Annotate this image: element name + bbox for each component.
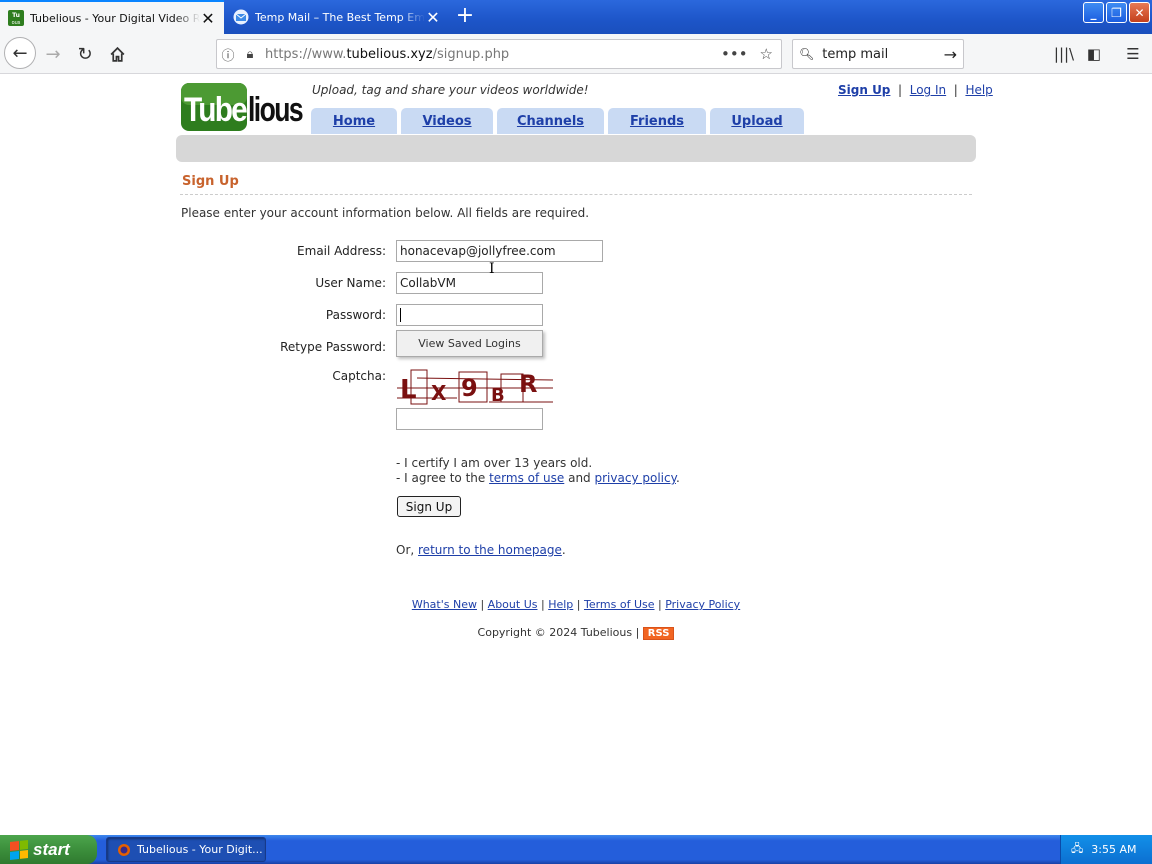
network-icon[interactable]: 🖧︎ [1071, 840, 1083, 859]
search-icon: 🔍︎ [799, 47, 815, 61]
page-actions-icon[interactable]: ••• [721, 45, 748, 63]
svg-text:Tube: Tube [184, 91, 247, 129]
url-text: https://www.tubelious.xyz/signup.php [265, 46, 510, 62]
window-controls: _ ❐ ✕ [1083, 2, 1150, 23]
captcha-label: Captcha: [332, 369, 386, 383]
forward-arrow-icon[interactable]: → [38, 39, 68, 69]
browser-app-icon [118, 843, 130, 856]
footer-link-terms[interactable]: Terms of Use [584, 598, 655, 611]
site-nav-tabs: Home Videos Channels Friends Upload [311, 108, 804, 134]
svg-text:L: L [400, 375, 417, 405]
close-window-icon[interactable]: ✕ [1129, 2, 1150, 23]
terms-of-use-link[interactable]: terms of use [489, 471, 564, 485]
start-label: start [33, 839, 70, 859]
svg-text:B: B [491, 385, 505, 406]
address-bar[interactable]: ⓘ 🔒︎ https://www.tubelious.xyz/signup.ph… [216, 39, 782, 69]
taskbar-item-label: Tubelious - Your Digit... [137, 843, 263, 856]
text-cursor [400, 308, 401, 322]
copyright-text: Copyright © 2024 Tubelious [477, 626, 633, 639]
password-label: Password: [325, 308, 386, 322]
top-link-help[interactable]: Help [965, 83, 992, 97]
tab-title: Tubelious - Your Digital Video Repositor… [30, 11, 200, 25]
privacy-policy-link[interactable]: privacy policy [595, 471, 676, 485]
taskbar-item-browser[interactable]: Tubelious - Your Digit... [106, 837, 266, 862]
terms-agreement: - I agree to the terms of use and privac… [396, 471, 680, 485]
reload-icon[interactable]: ↻ [70, 39, 100, 69]
browser-tab-strip: Tu ous Tubelious - Your Digital Video Re… [0, 0, 1152, 34]
top-link-sign-up[interactable]: Sign Up [838, 83, 890, 97]
divider [180, 194, 972, 195]
restore-icon[interactable]: ❐ [1106, 2, 1127, 23]
navigation-toolbar: ← → ↻ ⓘ 🔒︎ https://www.tubelious.xyz/sig… [0, 34, 1152, 74]
tab-temp-mail[interactable]: Temp Mail – The Best Temp Email Service … [225, 0, 449, 34]
footer-copyright: Copyright © 2024 Tubelious | RSS [0, 626, 1152, 640]
nav-tab-home[interactable]: Home [311, 108, 397, 134]
return-home-text: Or, return to the homepage. [396, 543, 566, 557]
svg-text:Tu: Tu [12, 12, 20, 19]
captcha-image: L X 9 B R [397, 369, 553, 406]
mail-favicon-icon [233, 9, 249, 25]
tab-tubelious[interactable]: Tu ous Tubelious - Your Digital Video Re… [0, 0, 224, 34]
footer-link-help[interactable]: Help [548, 598, 573, 611]
email-field[interactable]: honacevap@jollyfree.com [396, 240, 603, 262]
rss-badge[interactable]: RSS [642, 627, 675, 640]
nav-tab-friends[interactable]: Friends [608, 108, 706, 134]
nav-tab-upload[interactable]: Upload [710, 108, 804, 134]
sign-up-button[interactable]: Sign Up [397, 496, 461, 517]
email-label: Email Address: [297, 244, 386, 258]
age-certification: - I certify I am over 13 years old. [396, 456, 593, 470]
tubelious-favicon-icon: Tu ous [8, 10, 24, 26]
nav-tab-videos[interactable]: Videos [401, 108, 493, 134]
start-button[interactable]: start [0, 835, 97, 864]
info-icon[interactable]: ⓘ [217, 45, 239, 64]
footer-links: What's New | About Us | Help | Terms of … [411, 598, 741, 611]
new-tab-plus-icon[interactable]: + [452, 4, 478, 30]
search-input[interactable]: temp mail [822, 47, 943, 62]
mouse-ibeam-cursor-icon: I [489, 261, 495, 277]
minimize-icon[interactable]: _ [1083, 2, 1104, 23]
windows-taskbar: start Tubelious - Your Digit... 🖧︎ 3:55 … [0, 835, 1152, 864]
svg-text:X: X [431, 381, 447, 405]
svg-text:ous: ous [12, 20, 21, 26]
tab-title: Temp Mail – The Best Temp Email Service [255, 10, 425, 24]
agreement-text: - I certify I am over 13 years old. - I … [396, 456, 680, 486]
svg-text:lious: lious [248, 91, 303, 129]
search-go-arrow-icon[interactable]: → [944, 45, 957, 64]
footer-link-about-us[interactable]: About Us [488, 598, 538, 611]
top-links: Sign Up | Log In | Help [838, 83, 993, 97]
clock[interactable]: 3:55 AM [1091, 843, 1136, 856]
svg-text:9: 9 [461, 374, 478, 402]
svg-text:R: R [519, 370, 537, 398]
captcha-input[interactable] [396, 408, 543, 430]
web-page: Tube lious Upload, tag and share your vi… [0, 75, 1152, 835]
library-icon[interactable]: |||\ [1049, 39, 1079, 69]
username-label: User Name: [315, 276, 386, 290]
tubelious-logo[interactable]: Tube lious [180, 81, 304, 133]
home-icon[interactable] [102, 39, 132, 69]
username-field[interactable]: CollabVM [396, 272, 543, 294]
system-tray: 🖧︎ 3:55 AM [1060, 835, 1152, 864]
windows-flag-icon [10, 839, 28, 860]
nav-tab-channels[interactable]: Channels [497, 108, 604, 134]
close-tab-icon[interactable]: ✕ [425, 8, 441, 27]
search-bar[interactable]: 🔍︎ temp mail → [792, 39, 964, 69]
sidebar-icon[interactable]: ◧ [1079, 39, 1109, 69]
close-tab-icon[interactable]: ✕ [200, 9, 216, 28]
view-saved-logins-popup[interactable]: View Saved Logins [396, 330, 543, 357]
menu-hamburger-icon[interactable]: ☰ [1118, 39, 1148, 69]
retype-password-label: Retype Password: [280, 340, 386, 354]
intro-text: Please enter your account information be… [181, 206, 590, 220]
site-tagline: Upload, tag and share your videos worldw… [312, 83, 589, 97]
back-arrow-icon[interactable]: ← [4, 37, 36, 69]
bookmark-star-icon[interactable]: ☆ [760, 45, 773, 63]
top-link-log-in[interactable]: Log In [910, 83, 946, 97]
page-title: Sign Up [182, 174, 239, 189]
sub-nav-bar [176, 135, 976, 162]
password-field[interactable] [396, 304, 543, 326]
return-home-link[interactable]: return to the homepage [418, 543, 562, 557]
footer-link-privacy[interactable]: Privacy Policy [665, 598, 740, 611]
lock-icon[interactable]: 🔒︎ [239, 47, 261, 62]
footer-link-whats-new[interactable]: What's New [412, 598, 477, 611]
